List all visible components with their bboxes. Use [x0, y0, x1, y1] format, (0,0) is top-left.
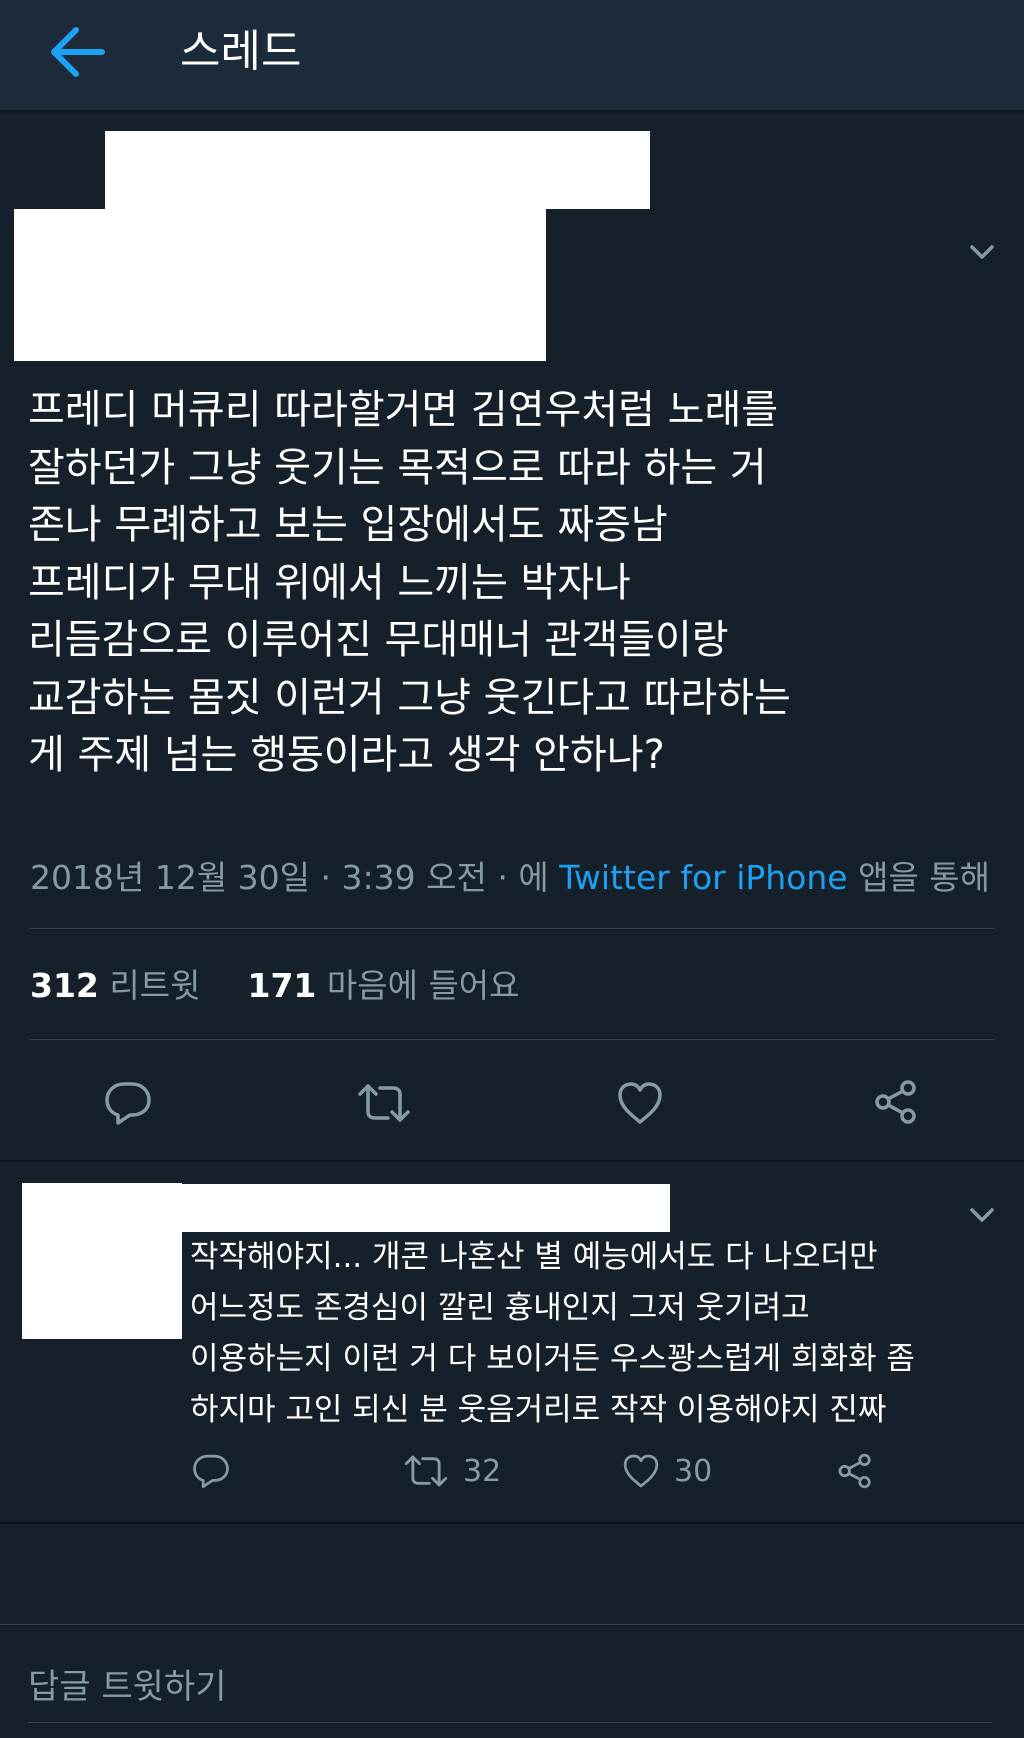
tweet-text-line: 잘하던가 그냥 웃기는 목적으로 따라 하는 거: [28, 444, 767, 491]
reply-compose-field[interactable]: 답글 트윗하기: [28, 1662, 227, 1712]
tweet-text-line: 프레디 머큐리 따라할거면 김연우처럼 노래를: [28, 387, 779, 433]
retweet-icon: [404, 1455, 448, 1487]
like-button[interactable]: [616, 1080, 664, 1126]
heart-icon: [623, 1454, 659, 1488]
reply-share-button[interactable]: [836, 1452, 874, 1490]
back-arrow-icon: [51, 27, 105, 77]
reply-icon: [193, 1454, 229, 1489]
redacted-author-avatar: [14, 209, 546, 361]
tweet-text-line: 리듬감으로 이루어진 무대매너 관객들이랑: [28, 617, 729, 663]
meta-separator: ·: [497, 858, 508, 897]
reply-reply-button[interactable]: [192, 1453, 230, 1489]
retweet-icon: [358, 1084, 410, 1122]
source-link[interactable]: Twitter for iPhone: [559, 858, 847, 897]
reply-text-line: 하지마 고인 되신 분 웃음거리로 작작 이용해야지 진짜: [190, 1392, 887, 1428]
chevron-down-icon: [970, 1208, 994, 1222]
reply-button[interactable]: [104, 1080, 152, 1126]
reply-retweet-button[interactable]: 32: [403, 1452, 501, 1490]
like-stat[interactable]: 171 마음에 들어요: [247, 966, 519, 1005]
redacted-reply-author: [182, 1184, 670, 1232]
reply-options-button[interactable]: [962, 1195, 1002, 1235]
reply-like-button[interactable]: 30: [622, 1452, 712, 1490]
meta-separator: ·: [320, 858, 332, 897]
section-divider: [0, 1160, 1024, 1162]
back-button[interactable]: [44, 22, 112, 82]
page-title: 스레드: [180, 26, 302, 77]
divider: [30, 928, 994, 929]
tweet-text-line: 프레디가 무대 위에서 느끼는 박자나: [28, 559, 631, 606]
retweet-stat[interactable]: 312 리트윗: [30, 966, 211, 1005]
tweet-time: 3:39 오전: [341, 858, 487, 897]
tweet-text: 프레디 머큐리 따라할거면 김연우처럼 노래를 잘하던가 그냥 웃기는 목적으로…: [28, 382, 1008, 785]
reply-retweet-count: 32: [463, 1453, 502, 1489]
share-button[interactable]: [872, 1078, 920, 1126]
retweet-label: 리트윗: [109, 966, 201, 1005]
tweet-text-line: 게 주제 넘는 행동이라고 생각 안하나?: [28, 732, 665, 778]
reply-text-line: 어느정도 존경심이 깔린 흉내인지 그저 웃기려고: [190, 1290, 810, 1326]
compose-underline: [28, 1722, 992, 1723]
header-bar: 스레드: [0, 0, 1024, 113]
like-label: 마음에 들어요: [326, 966, 520, 1005]
heart-icon: [618, 1082, 662, 1124]
redacted-author-name: [105, 131, 650, 209]
share-icon: [838, 1453, 871, 1489]
divider: [30, 1039, 994, 1040]
reply-icon: [105, 1082, 151, 1125]
tweet-text-line: 존나 무례하고 보는 입장에서도 짜증남: [28, 502, 668, 548]
retweet-count: 312: [30, 966, 99, 1005]
tweet-date: 2018년 12월 30일: [30, 858, 311, 897]
tweet-text-line: 교감하는 몸짓 이런거 그냥 웃긴다고 따라하는: [28, 674, 791, 721]
compose-top-border: [0, 1624, 1024, 1625]
redacted-reply-avatar: [22, 1183, 182, 1339]
via-label: 에: [518, 858, 549, 897]
tweet-metadata: 2018년 12월 30일 · 3:39 오전 · 에 Twitter for …: [30, 855, 1010, 901]
tweet-options-button[interactable]: [962, 232, 1002, 272]
like-count: 171: [247, 966, 317, 1005]
via-suffix: 앱을 통해: [858, 858, 991, 897]
reply-text-line: 작작해야지... 개콘 나혼산 별 예능에서도 다 나오더만: [190, 1239, 878, 1275]
reply-like-count: 30: [674, 1453, 713, 1489]
tweet-stats: 312 리트윗 171 마음에 들어요: [30, 963, 520, 1009]
retweet-button[interactable]: [356, 1080, 412, 1126]
divider: [0, 1522, 1024, 1524]
reply-text-line: 이용하는지 이런 거 다 보이거든 우스꽝스럽게 희화화 좀: [190, 1341, 915, 1377]
share-icon: [875, 1080, 916, 1124]
reply-text: 작작해야지... 개콘 나혼산 별 예능에서도 다 나오더만 어느정도 존경심이…: [190, 1232, 1010, 1436]
chevron-down-icon: [970, 245, 994, 259]
